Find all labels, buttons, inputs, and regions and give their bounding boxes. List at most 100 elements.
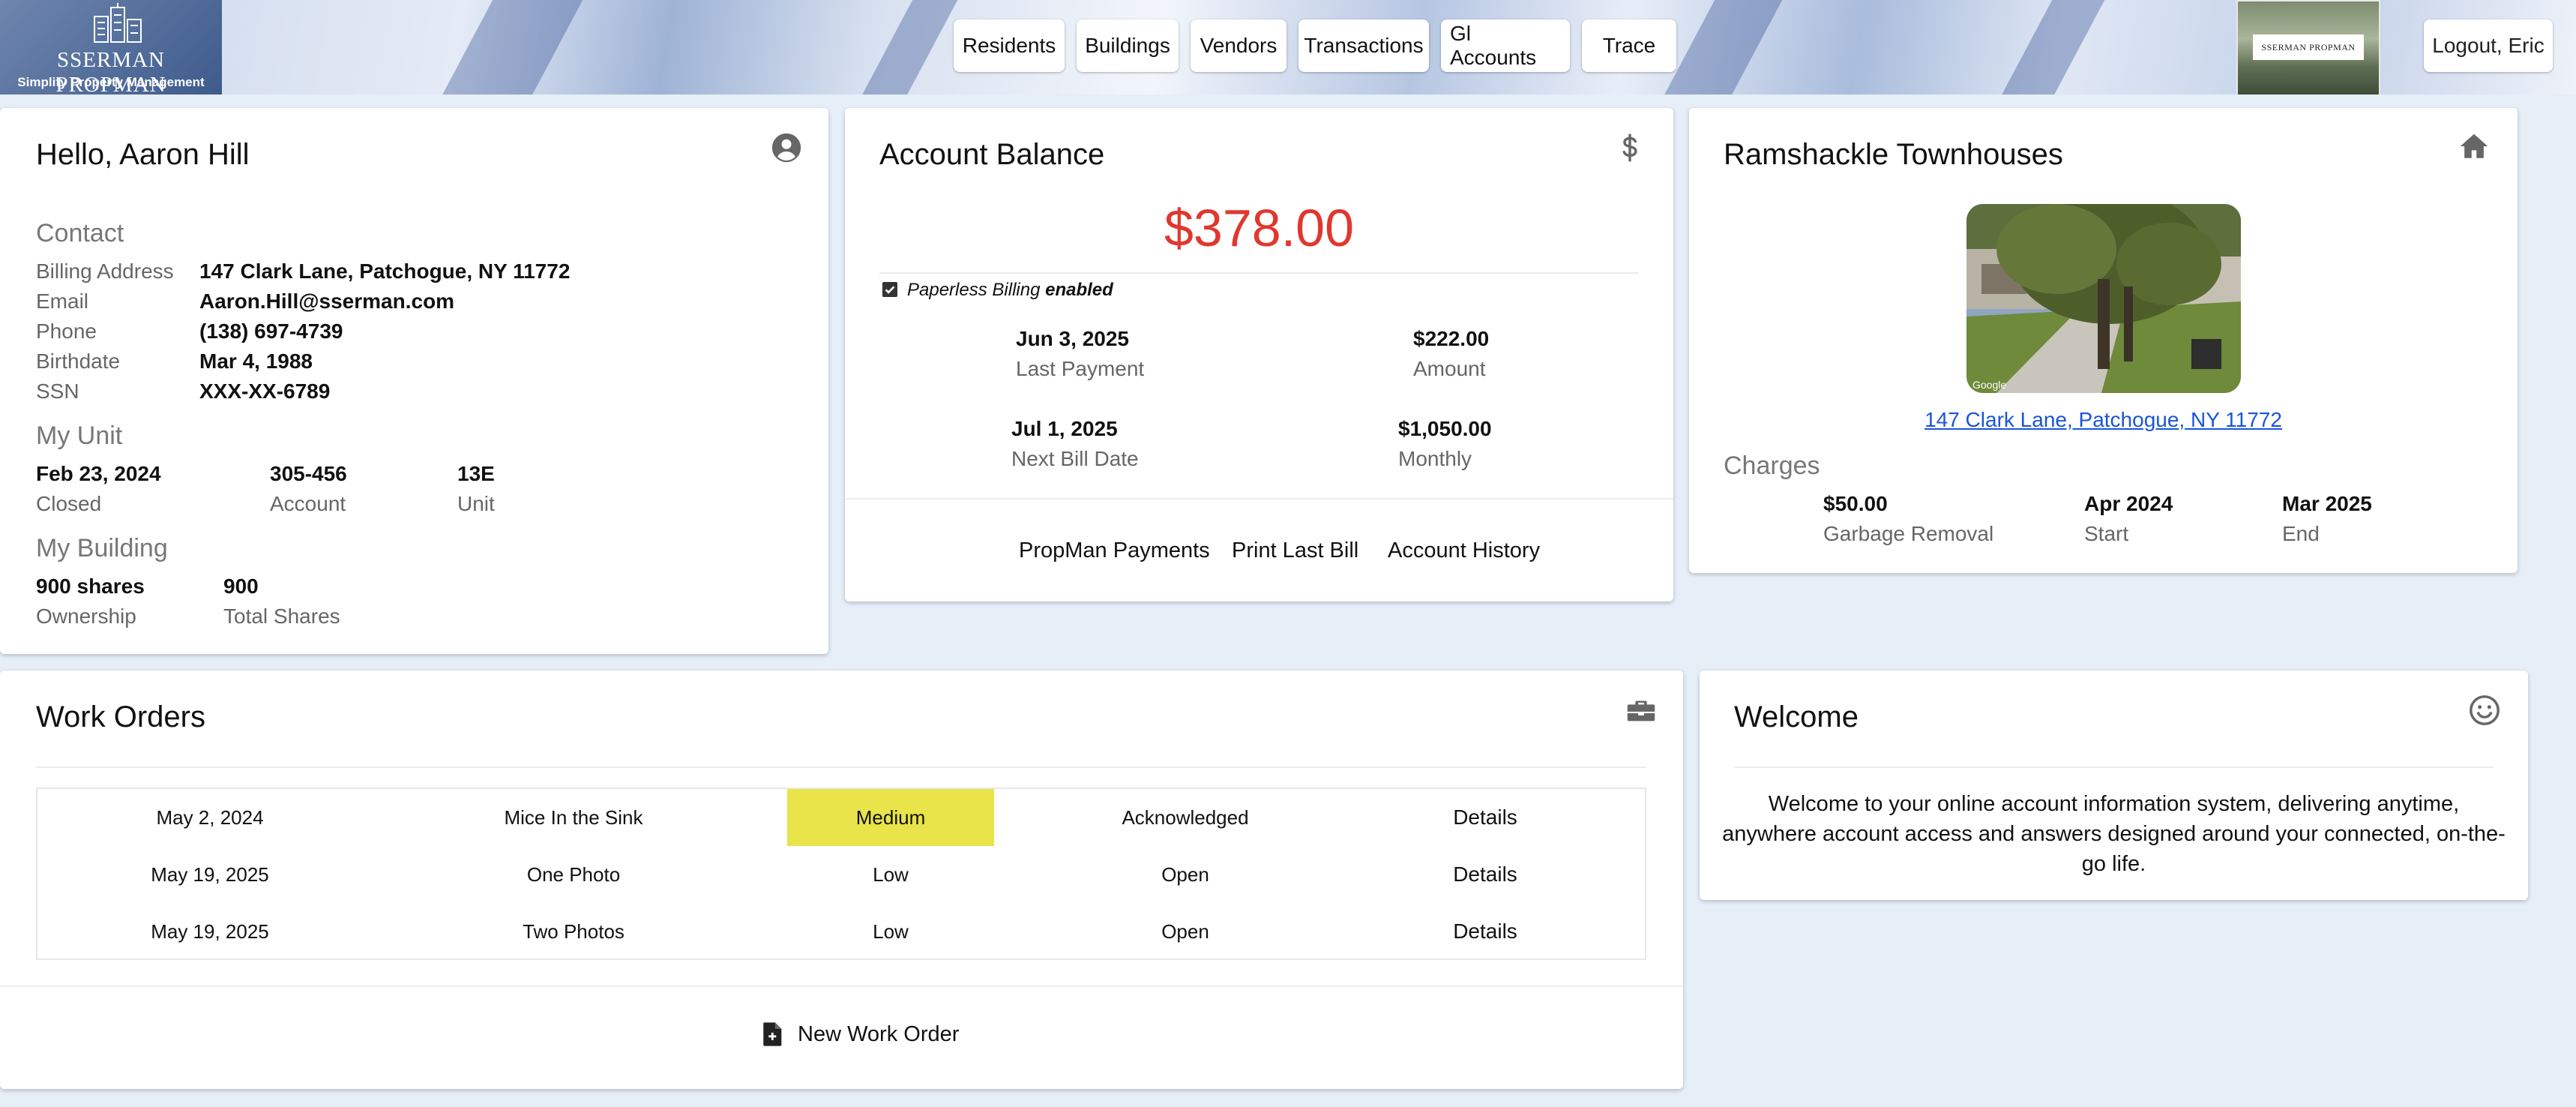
total-shares-label: Total Shares	[223, 604, 340, 628]
work-orders-table: May 2, 2024 Mice In the Sink Medium Ackn…	[36, 788, 1646, 960]
contact-heading: Contact	[36, 219, 124, 248]
payment-amount-value: $222.00	[1413, 327, 1490, 350]
nav-transactions-button[interactable]: Transactions	[1298, 20, 1429, 72]
work-order-title: One Photo	[526, 862, 621, 886]
details-button[interactable]: Details	[1429, 789, 1541, 846]
balance-amount: $378.00	[1164, 199, 1355, 257]
propman-payments-button[interactable]: PropMan Payments	[1019, 538, 1210, 563]
birthdate-label: Birthdate	[36, 350, 121, 373]
brand-logo[interactable]: SSERMAN PROPMAN Simplify Property Manage…	[0, 0, 222, 94]
address-link-wrap: 147 Clark Lane, Patchogue, NY 11772	[1689, 408, 2518, 432]
main-nav: Residents Buildings Vendors Transactions…	[954, 20, 1676, 72]
smile-icon	[2470, 695, 2500, 725]
work-order-date: May 2, 2024	[156, 806, 264, 829]
account-history-button[interactable]: Account History	[1388, 538, 1540, 563]
header-decoration	[421, 0, 599, 94]
building-heading: My Building	[36, 534, 168, 562]
priority-badge: Low	[873, 920, 909, 943]
charge-start-label: Start	[2084, 522, 2129, 545]
user-circle-icon	[771, 133, 801, 163]
email-value: Aaron.Hill@sserman.com	[199, 290, 455, 313]
ssn-label: SSN	[36, 380, 79, 403]
new-work-order-button[interactable]: New Work Order	[762, 1022, 959, 1047]
work-order-title: Two Photos	[523, 920, 625, 943]
billing-address-value: 147 Clark Lane, Patchogue, NY 11772	[199, 260, 571, 283]
building-logo-icon	[94, 3, 142, 43]
nav-trace-button[interactable]: Trace	[1582, 20, 1676, 72]
charge-amount: $50.00	[1823, 492, 1888, 515]
account-value: 305-456	[270, 462, 347, 485]
thumbnail-plate: SSERMAN PROPMAN	[2253, 34, 2364, 60]
home-icon	[2460, 134, 2488, 158]
logout-button[interactable]: Logout, Eric	[2424, 20, 2553, 72]
priority-badge: Low	[873, 862, 909, 886]
work-order-status: Open	[1161, 862, 1209, 886]
welcome-title: Welcome	[1734, 700, 1859, 734]
building-title: Ramshackle Townhouses	[1724, 138, 2063, 171]
divider	[845, 498, 1673, 500]
nav-vendors-button[interactable]: Vendors	[1191, 20, 1287, 72]
priority-badge: Medium	[787, 789, 994, 846]
toolbox-icon	[1627, 700, 1655, 722]
billing-address-label: Billing Address	[36, 260, 174, 283]
welcome-line: Welcome to your online account informati…	[1768, 792, 2460, 816]
nav-residents-button[interactable]: Residents	[954, 20, 1065, 72]
next-bill-value: Jul 1, 2025	[1011, 417, 1118, 440]
divider	[879, 272, 1639, 274]
phone-label: Phone	[36, 320, 97, 343]
nav-gl-accounts-button[interactable]: Gl Accounts	[1441, 20, 1570, 72]
work-order-date: May 19, 2025	[151, 920, 269, 943]
closed-label: Closed	[36, 492, 102, 515]
checkbox-checked-icon[interactable]	[881, 280, 899, 298]
charge-start-value: Apr 2024	[2084, 492, 2173, 515]
unit-label: Unit	[457, 492, 495, 515]
work-order-status: Open	[1161, 920, 1209, 943]
paperless-text: Paperless Billing	[907, 280, 1041, 300]
building-card: Ramshackle Townhouses Google 147 Clark L…	[1689, 108, 2518, 573]
print-last-bill-button[interactable]: Print Last Bill	[1232, 538, 1358, 563]
new-work-order-label: New Work Order	[798, 1022, 960, 1046]
ssn-value: XXX-XX-6789	[199, 380, 331, 403]
last-payment-label: Last Payment	[1016, 357, 1145, 380]
paperless-billing-status: Paperless Billing enabled	[907, 280, 1113, 301]
divider	[36, 766, 1646, 768]
last-payment-value: Jun 3, 2025	[1016, 327, 1129, 350]
file-plus-icon	[763, 1022, 782, 1046]
welcome-line: anywhere account access and answers desi…	[1722, 822, 2506, 846]
account-label: Account	[270, 492, 346, 515]
table-row[interactable]: May 2, 2024 Mice In the Sink Medium Ackn…	[37, 789, 1645, 846]
table-row[interactable]: May 19, 2025 One Photo Low Open Details	[37, 846, 1645, 903]
closed-value: Feb 23, 2024	[36, 462, 161, 485]
dollar-icon	[1622, 134, 1637, 162]
charge-end-label: End	[2282, 522, 2320, 545]
divider	[0, 986, 1683, 987]
welcome-message: Welcome to your online account informati…	[1715, 789, 2513, 879]
table-row[interactable]: May 19, 2025 Two Photos Low Open Details	[37, 903, 1645, 960]
building-address-link[interactable]: 147 Clark Lane, Patchogue, NY 11772	[1925, 408, 2282, 431]
profile-card: Hello, Aaron Hill Contact Billing Addres…	[0, 108, 828, 654]
charges-heading: Charges	[1724, 452, 1820, 480]
unit-heading: My Unit	[36, 422, 123, 450]
details-button[interactable]: Details	[1429, 846, 1541, 903]
charge-end-value: Mar 2025	[2282, 492, 2372, 515]
monthly-value: $1,050.00	[1398, 417, 1492, 440]
building-photo[interactable]: Google	[1966, 204, 2241, 393]
top-header: SSERMAN PROPMAN Simplify Property Manage…	[0, 0, 2576, 94]
charge-label: Garbage Removal	[1823, 522, 1994, 545]
payment-amount-label: Amount	[1413, 357, 1486, 380]
nav-buildings-button[interactable]: Buildings	[1077, 20, 1179, 72]
monthly-label: Monthly	[1398, 447, 1472, 470]
photo-credit: Google	[1972, 379, 2006, 391]
welcome-card: Welcome Welcome to your online account i…	[1700, 670, 2528, 900]
work-orders-title: Work Orders	[36, 700, 205, 734]
unit-value: 13E	[457, 462, 495, 485]
work-order-status: Acknowledged	[1122, 806, 1249, 829]
work-order-date: May 19, 2025	[151, 862, 269, 886]
company-thumbnail: SSERMAN PROPMAN	[2236, 0, 2380, 94]
work-order-title: Mice In the Sink	[504, 806, 643, 829]
details-button[interactable]: Details	[1429, 903, 1541, 960]
paperless-enabled: enabled	[1045, 280, 1113, 300]
brand-tagline: Simplify Property Management	[17, 75, 205, 89]
phone-value: (138) 697-4739	[199, 320, 343, 343]
header-decoration	[1980, 0, 2121, 94]
